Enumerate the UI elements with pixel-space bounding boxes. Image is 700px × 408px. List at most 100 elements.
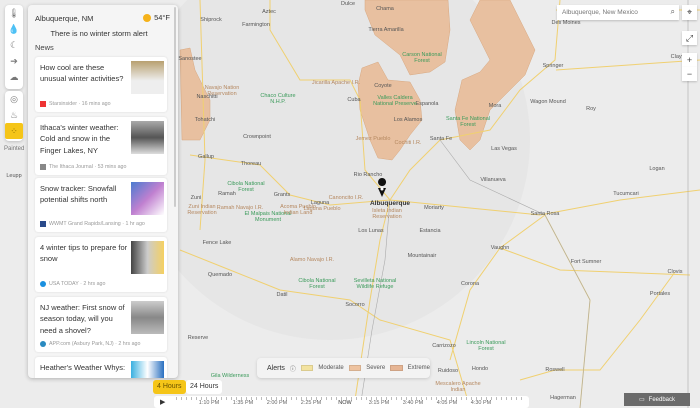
legend-moderate: Moderate (318, 365, 344, 371)
map-label: Carrizozo (432, 343, 456, 349)
cloud-icon[interactable]: ☁ (5, 69, 23, 85)
map-label: Valles Caldera National Preserve (373, 95, 417, 107)
info-icon[interactable]: ⓘ (290, 364, 296, 373)
extreme-swatch (390, 365, 403, 371)
map-label: Canoncito I.R. (328, 195, 364, 201)
play-icon[interactable]: ▶ (160, 398, 165, 406)
news-card[interactable]: Ithaca's winter weather: Cold and snow i… (35, 117, 167, 175)
search-icon[interactable]: ⌕ (671, 7, 675, 17)
timeline-tick[interactable]: 4:30 PM (471, 400, 491, 406)
sunny-icon (143, 13, 152, 22)
map-label: Santa Rosa (530, 211, 560, 217)
painted-icon[interactable]: ⁘ (5, 123, 23, 139)
alerts-legend: Alerts ⓘ Moderate Severe Extreme (257, 358, 430, 378)
drop-icon[interactable]: ♨ (5, 107, 23, 123)
source-logo-icon (40, 221, 46, 227)
legend-title: Alerts (267, 364, 285, 372)
map-label: Grants (273, 192, 291, 198)
map-label: Hagerman (550, 395, 576, 401)
map-label: Datil (276, 292, 288, 298)
news-source: The Ithaca Journal · 53 mins ago (40, 164, 126, 170)
timeline-tick[interactable]: 1:35 PM (233, 400, 253, 406)
legend-severe: Severe (366, 365, 386, 371)
map-label: Jicarilla Apache I.R. (311, 80, 361, 86)
map-label: Chama (376, 6, 394, 12)
map-label: Alamo Navajo I.R. (289, 257, 335, 263)
legend-extreme: Extreme (407, 365, 430, 371)
map-label: Roswell (545, 367, 565, 373)
map-label: Ruidoso (437, 368, 459, 374)
map-label: Reserve (187, 335, 209, 341)
source-logo-icon (40, 281, 46, 287)
locate-me-button[interactable]: ⌖ (682, 5, 697, 20)
news-card[interactable]: 4 winter tips to prepare for snow USA TOD… (35, 237, 167, 292)
map-label: Tucumcari (613, 191, 639, 197)
source-text: APP.com (Asbury Park, NJ) · 2 hrs ago (49, 341, 141, 347)
news-card[interactable]: Snow tracker: Snowfall potential shifts … (35, 178, 167, 232)
news-thumbnail (131, 61, 164, 94)
map-label: Des Moines (551, 20, 581, 26)
radar-icon[interactable]: ◎ (5, 91, 23, 107)
map-label: Roy (586, 106, 596, 112)
source-text: Starsinsider · 16 mins ago (49, 101, 111, 107)
map-label: Jemez Pueblo (355, 136, 391, 142)
range-4-hours-button[interactable]: 4 Hours (153, 380, 186, 394)
precipitation-icon[interactable]: 💧 (5, 21, 23, 37)
feedback-icon: ▭ (638, 397, 645, 403)
map-label: Isleta Indian Reservation (372, 208, 402, 220)
map-label: Vaughn (490, 245, 510, 251)
timeline-tick[interactable]: 2:25 PM (301, 400, 321, 406)
search-input[interactable]: Albuquerque, New Mexico ⌕ (557, 5, 679, 20)
source-text: USA TODAY · 2 hrs ago (49, 281, 106, 287)
zoom-out-button[interactable]: − (682, 67, 697, 81)
map-label: Corona (460, 281, 480, 287)
timeline-tick[interactable]: 1:10 PM (199, 400, 219, 406)
moderate-swatch (300, 365, 314, 371)
source-logo-icon (40, 101, 46, 107)
timeline[interactable]: ▶ 1:10 PM 1:35 PM 2:00 PM 2:25 PM NOW 3:15 PM… (154, 396, 529, 408)
map-label: Estancia (419, 228, 441, 234)
map-label: Carson National Forest (402, 52, 442, 64)
map-label: Santa Fe (429, 136, 453, 142)
news-source: Starsinsider · 16 mins ago (40, 101, 111, 107)
timeline-tick[interactable]: 3:40 PM (403, 400, 423, 406)
map-label: Zuni (190, 195, 202, 201)
timeline-tick[interactable]: 2:00 PM (267, 400, 287, 406)
info-panel: Albuquerque, NM 54°F There is no winter … (28, 5, 178, 378)
severe-swatch (348, 365, 362, 371)
arrow-icon[interactable]: ➔ (5, 53, 23, 69)
source-logo-icon (40, 341, 46, 347)
news-title: Ithaca's winter weather: Cold and snow i… (40, 123, 119, 155)
thermometer-icon[interactable]: 🌡 (5, 5, 23, 21)
map-label: Laguna Pueblo (303, 206, 341, 212)
map-label: Cibola National Forest (227, 181, 265, 193)
map-label: Cibola National Forest (298, 278, 336, 290)
map-label: Los Alamos (393, 117, 423, 123)
map-label: Mescalero Apache Indian (435, 381, 481, 393)
map-label: Navajo Nation Reservation (204, 85, 240, 97)
zoom-in-button[interactable]: + (682, 53, 697, 67)
alert-message: There is no winter storm alert (50, 29, 148, 38)
map-label: Farmington (242, 22, 270, 28)
news-title: Heather's Weather Whys: (40, 363, 126, 372)
map-label: Shiprock (200, 17, 222, 23)
fullscreen-button[interactable]: ⤢ (682, 31, 697, 45)
feedback-button[interactable]: ▭ Feedback (624, 393, 690, 406)
map-label: Hondo (471, 366, 489, 372)
map-label: Socorro (345, 302, 365, 308)
map-label: Villanueva (480, 177, 506, 183)
range-24-hours-button[interactable]: 24 Hours (186, 380, 223, 394)
scrollbar[interactable] (174, 7, 176, 207)
map-label: Mora (488, 103, 502, 109)
news-thumbnail (131, 241, 164, 274)
map-label: Thoreau (240, 161, 262, 167)
news-card[interactable]: Heather's Weather Whys: (35, 357, 167, 378)
map-label: Cochiti I.R. (394, 140, 422, 146)
timeline-tick[interactable]: 4:05 PM (437, 400, 457, 406)
news-card[interactable]: How cool are these unusual winter activi… (35, 57, 167, 112)
timeline-tick[interactable]: NOW (338, 400, 351, 406)
timeline-tick[interactable]: 3:15 PM (369, 400, 389, 406)
news-card[interactable]: NJ weather: First snow of season today, … (35, 297, 167, 352)
temperature-value: 54°F (154, 13, 170, 22)
wind-icon[interactable]: ☾ (5, 37, 23, 53)
